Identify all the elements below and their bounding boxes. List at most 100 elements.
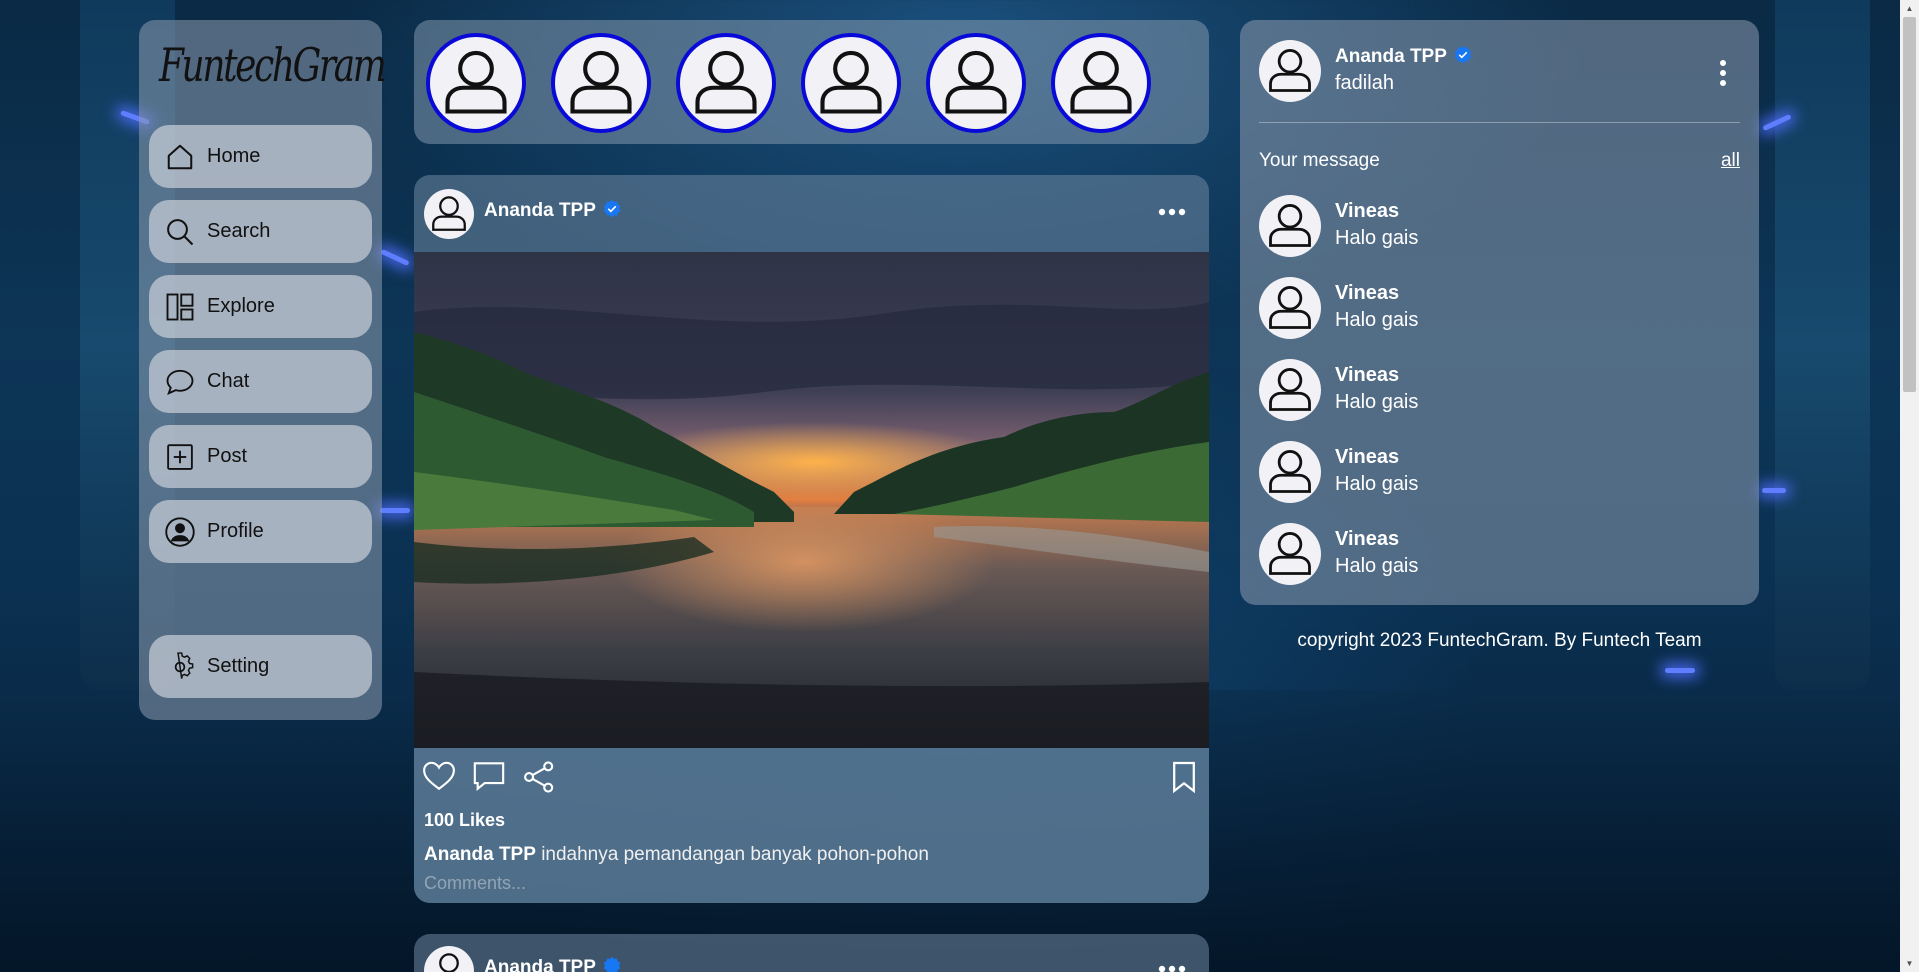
copyright-text: copyright 2023 FuntechGram. By Funtech T… — [1297, 630, 1702, 651]
user-icon — [1070, 50, 1132, 114]
post-author-avatar[interactable] — [424, 189, 474, 239]
comment-icon[interactable] — [472, 760, 506, 792]
verified-badge-icon — [603, 956, 621, 972]
post-author-avatar[interactable] — [424, 946, 474, 972]
background-light — [1762, 488, 1786, 493]
message-item[interactable]: Vineas Halo gais — [1259, 441, 1739, 505]
message-item[interactable]: Vineas Halo gais — [1259, 195, 1739, 259]
background-pillar-right — [1775, 0, 1870, 690]
message-sender: Vineas — [1335, 364, 1400, 386]
story-avatar[interactable] — [426, 33, 526, 133]
post-actions: 100 Likes Ananda TPP indahnya pemandanga… — [414, 748, 1209, 903]
story-avatar[interactable] — [551, 33, 651, 133]
message-sender: Vineas — [1335, 528, 1400, 550]
message-item[interactable]: Vineas Halo gais — [1259, 277, 1739, 341]
gear-icon — [174, 651, 194, 679]
message-item[interactable]: Vineas Halo gais — [1259, 359, 1739, 423]
message-sender: Vineas — [1335, 282, 1400, 304]
message-sender: Vineas — [1335, 446, 1400, 468]
more-options-icon[interactable] — [1157, 207, 1187, 217]
sidebar-item-explore[interactable]: Explore — [149, 275, 372, 338]
plus-square-icon — [167, 443, 193, 470]
user-icon — [1269, 532, 1311, 575]
message-avatar — [1259, 195, 1321, 257]
user-icon — [570, 50, 632, 114]
current-user-avatar[interactable] — [1259, 40, 1321, 102]
sidebar-item-setting[interactable]: Setting — [149, 635, 372, 698]
explore-icon — [166, 293, 194, 320]
current-user-name[interactable]: Ananda TPP — [1335, 46, 1447, 67]
message-avatar — [1259, 277, 1321, 339]
comment-input[interactable] — [424, 870, 1194, 896]
stories-bar — [414, 20, 1209, 144]
sidebar-item-post[interactable]: Post — [149, 425, 372, 488]
story-avatar[interactable] — [676, 33, 776, 133]
sidebar-item-home[interactable]: Home — [149, 125, 372, 188]
message-preview: Halo gais — [1335, 555, 1419, 577]
divider — [1259, 122, 1740, 123]
message-avatar — [1259, 523, 1321, 585]
user-icon — [1269, 49, 1311, 92]
verified-badge-icon — [1454, 45, 1472, 64]
user-icon — [695, 50, 757, 114]
user-icon — [945, 50, 1007, 114]
sidebar: FuntechGram Home Search Explore Chat Pos… — [139, 20, 387, 720]
verified-badge-icon — [603, 199, 621, 218]
scroll-up-arrow-icon[interactable]: ▲ — [1900, 0, 1919, 17]
likes-count: 100 Likes — [424, 810, 506, 830]
more-options-icon[interactable] — [1157, 964, 1187, 972]
post-author-name[interactable]: Ananda TPP — [484, 200, 596, 221]
chat-icon — [166, 369, 194, 395]
caption-text: indahnya pemandangan banyak pohon-pohon — [541, 844, 929, 865]
user-icon — [1269, 204, 1311, 247]
feed-post: Ananda TPP — [414, 934, 1209, 972]
sidebar-item-label: Search — [207, 220, 271, 242]
story-avatar[interactable] — [926, 33, 1026, 133]
post-author-name[interactable]: Ananda TPP — [484, 957, 596, 972]
sidebar-item-label: Profile — [207, 520, 264, 542]
sidebar-item-label: Post — [207, 445, 248, 467]
search-icon — [167, 218, 194, 245]
user-icon — [445, 50, 507, 114]
user-icon — [1269, 450, 1311, 493]
sidebar-item-label: Setting — [207, 655, 270, 677]
scrollbar-thumb[interactable] — [1903, 17, 1916, 392]
message-preview: Halo gais — [1335, 309, 1419, 331]
post-image[interactable] — [414, 252, 1209, 748]
user-icon — [432, 196, 466, 231]
kebab-menu-icon[interactable] — [1718, 58, 1728, 88]
share-icon[interactable] — [522, 760, 556, 794]
scroll-down-arrow-icon[interactable]: ▼ — [1900, 955, 1919, 972]
bookmark-icon[interactable] — [1170, 760, 1198, 794]
post-caption: Ananda TPP indahnya pemandangan banyak p… — [424, 844, 929, 866]
right-panel: Ananda TPP fadilah Your message all Vine… — [1240, 20, 1759, 605]
sidebar-item-chat[interactable]: Chat — [149, 350, 372, 413]
message-item[interactable]: Vineas Halo gais — [1259, 523, 1739, 587]
story-avatar[interactable] — [1051, 33, 1151, 133]
message-avatar — [1259, 359, 1321, 421]
sidebar-item-label: Chat — [207, 370, 250, 392]
caption-username[interactable]: Ananda TPP — [424, 844, 536, 865]
message-avatar — [1259, 441, 1321, 503]
post-header: Ananda TPP — [414, 175, 1209, 252]
background-light — [380, 508, 410, 513]
home-icon — [167, 144, 193, 169]
story-avatar[interactable] — [801, 33, 901, 133]
sidebar-item-search[interactable]: Search — [149, 200, 372, 263]
like-heart-icon[interactable] — [422, 760, 456, 792]
user-icon — [820, 50, 882, 114]
app-logo[interactable]: FuntechGram — [159, 38, 387, 92]
sidebar-item-profile[interactable]: Profile — [149, 500, 372, 563]
background-light — [1665, 668, 1695, 673]
page-scrollbar[interactable]: ▲ ▼ — [1900, 0, 1919, 972]
message-sender: Vineas — [1335, 200, 1400, 222]
user-icon — [439, 953, 459, 972]
profile-icon — [165, 516, 195, 547]
messages-title: Your message — [1259, 150, 1380, 171]
sidebar-item-label: Home — [207, 145, 261, 167]
user-icon — [1269, 286, 1311, 329]
message-preview: Halo gais — [1335, 473, 1419, 495]
messages-all-link[interactable]: all — [1721, 150, 1740, 172]
message-preview: Halo gais — [1335, 227, 1419, 249]
background-light — [380, 248, 410, 267]
